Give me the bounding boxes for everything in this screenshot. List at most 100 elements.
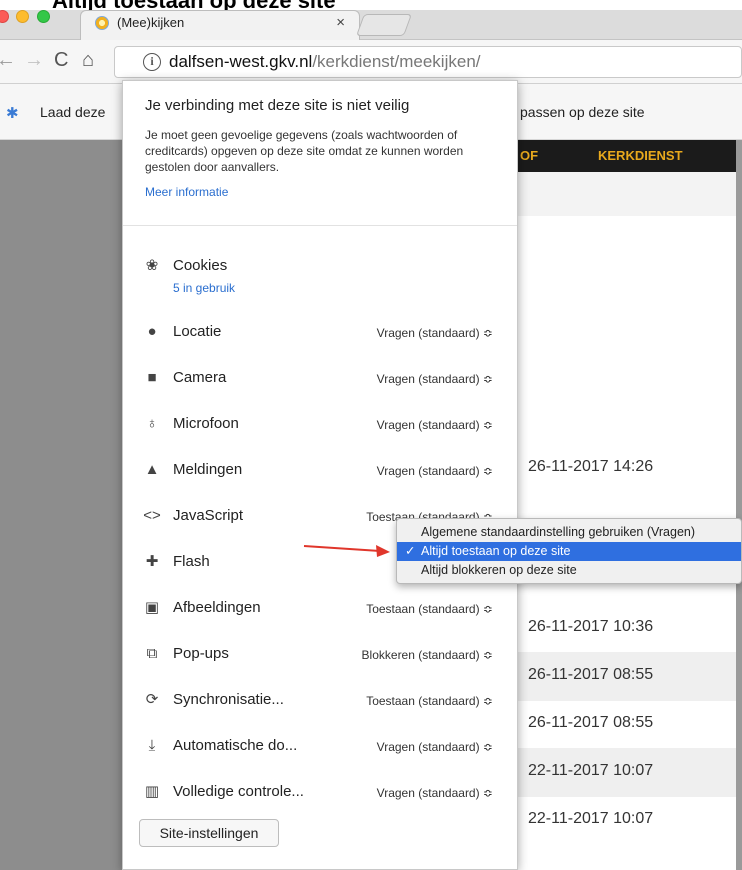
- list-item[interactable]: 26-11-2017 14:26: [516, 444, 736, 493]
- microphone-icon: ♁: [146, 415, 158, 432]
- menu-item-default[interactable]: Algemene standaardinstelling gebruiken (…: [397, 523, 741, 542]
- permission-select[interactable]: Vragen (standaard) ≎: [377, 326, 493, 340]
- list-item[interactable]: 26-11-2017 08:55: [516, 700, 736, 749]
- list-item-date: 26-11-2017 08:55: [528, 714, 654, 731]
- address-bar[interactable]: i dalfsen-west.gkv.nl/kerkdienst/meekijk…: [114, 46, 742, 78]
- url-path: /kerkdienst/meekijken/: [312, 52, 481, 71]
- cookies-in-use-link[interactable]: 5 in gebruik: [173, 281, 235, 295]
- list-item-date: 22-11-2017 10:07: [528, 762, 654, 779]
- permission-select[interactable]: Toestaan (standaard) ≎: [366, 694, 493, 708]
- gear-icon: ✱: [6, 105, 19, 122]
- menu-item-label: Altijd blokkeren op deze site: [421, 563, 577, 577]
- permission-label: Meldingen: [173, 461, 243, 478]
- tab-strip: (Mee)kijken ×: [0, 10, 742, 40]
- permission-label: Camera: [173, 369, 227, 386]
- browser-toolbar: ← → C ⌂ i dalfsen-west.gkv.nl/kerkdienst…: [0, 40, 742, 84]
- new-tab-button[interactable]: [355, 14, 413, 36]
- tab-title: (Mee)kijken: [117, 15, 185, 30]
- permission-select[interactable]: Vragen (standaard) ≎: [377, 418, 493, 432]
- permission-label: Locatie: [173, 323, 222, 340]
- permission-afbeeldingen[interactable]: ▣ Afbeeldingen Toestaan (standaard) ≎: [123, 591, 517, 631]
- permission-popups[interactable]: ⧉ Pop-ups Blokkeren (standaard) ≎: [123, 637, 517, 677]
- arrow-left-icon[interactable]: ←: [0, 49, 16, 71]
- checkmark-icon: ✓: [405, 544, 416, 558]
- list-item-date: 26-11-2017 10:36: [528, 618, 654, 635]
- image-icon: ▣: [144, 599, 160, 616]
- site-info-popup: Je verbinding met deze site is niet veil…: [122, 80, 518, 870]
- menu-item-block[interactable]: Altijd blokkeren op deze site: [397, 561, 741, 580]
- page-right-margin: [736, 140, 742, 870]
- location-pin-icon: ●: [147, 323, 157, 340]
- minimize-window-button[interactable]: [16, 10, 29, 23]
- permission-microfoon[interactable]: ♁ Microfoon Vragen (standaard) ≎: [123, 407, 517, 447]
- permission-select[interactable]: Blokkeren (standaard) ≎: [362, 648, 493, 662]
- permission-automatische-downloads[interactable]: ⤓ Automatische do... Vragen (standaard) …: [123, 729, 517, 769]
- bell-icon: ▲: [144, 461, 160, 478]
- page-header-right[interactable]: KERKDIENST: [598, 148, 683, 163]
- popup-blocked-icon: ⧉: [146, 645, 158, 662]
- divider: [123, 225, 517, 226]
- permission-synchronisatie[interactable]: ⟳ Synchronisatie... Toestaan (standaard)…: [123, 683, 517, 723]
- top-caption: Altijd toestaan op deze site: [0, 0, 742, 10]
- reload-icon[interactable]: C: [54, 49, 68, 71]
- maximize-window-button[interactable]: [37, 10, 50, 23]
- list-item-date: 22-11-2017 10:07: [528, 810, 654, 827]
- arrow-right-icon[interactable]: →: [24, 49, 44, 71]
- permission-volledige-controle[interactable]: ▥ Volledige controle... Vragen (standaar…: [123, 775, 517, 815]
- caption-text: Altijd toestaan op deze site: [52, 0, 336, 10]
- menu-item-label: Altijd toestaan op deze site: [421, 544, 571, 558]
- permission-label: JavaScript: [173, 507, 244, 524]
- list-item[interactable]: 26-11-2017 10:36: [516, 604, 736, 653]
- permission-select[interactable]: Vragen (standaard) ≎: [377, 786, 493, 800]
- more-info-link[interactable]: Meer informatie: [145, 185, 228, 199]
- site-settings-button[interactable]: Site-instellingen: [139, 819, 279, 847]
- page-subheader: [516, 172, 736, 216]
- permission-camera[interactable]: ■ Camera Vragen (standaard) ≎: [123, 361, 517, 401]
- bookmark-right-label: passen op deze site: [520, 104, 645, 120]
- permission-cookies[interactable]: ❀ Cookies 5 in gebruik: [123, 249, 517, 295]
- list-item[interactable]: 22-11-2017 10:07: [516, 796, 736, 845]
- midi-keyboard-icon: ▥: [144, 783, 160, 800]
- permission-select[interactable]: Vragen (standaard) ≎: [377, 372, 493, 386]
- permission-label: Microfoon: [173, 415, 239, 432]
- browser-tab[interactable]: (Mee)kijken ×: [80, 10, 360, 40]
- close-icon[interactable]: ×: [336, 14, 345, 31]
- favicon-icon: [95, 16, 109, 30]
- menu-item-allow[interactable]: ✓ Altijd toestaan op deze site: [397, 542, 741, 561]
- list-item-date: 26-11-2017 14:26: [528, 458, 654, 475]
- url-host: dalfsen-west.gkv.nl: [169, 52, 313, 71]
- url-text[interactable]: dalfsen-west.gkv.nl/kerkdienst/meekijken…: [169, 52, 481, 72]
- code-icon: <>: [143, 507, 161, 524]
- close-window-button[interactable]: [0, 10, 9, 23]
- permission-locatie[interactable]: ● Locatie Vragen (standaard) ≎: [123, 315, 517, 355]
- list-item[interactable]: 26-11-2017 08:55: [516, 652, 736, 701]
- permission-select[interactable]: Vragen (standaard) ≎: [377, 740, 493, 754]
- permission-label: Afbeeldingen: [173, 599, 261, 616]
- annotation-arrow: [303, 545, 390, 557]
- list-item-date: 26-11-2017 08:55: [528, 666, 654, 683]
- cookie-icon: ❀: [145, 257, 159, 274]
- permission-select[interactable]: Toestaan (standaard) ≎: [366, 602, 493, 616]
- permission-label: Volledige controle...: [173, 783, 304, 800]
- permission-select[interactable]: Vragen (standaard) ≎: [377, 464, 493, 478]
- list-item[interactable]: 22-11-2017 10:07: [516, 748, 736, 797]
- popup-title: Je verbinding met deze site is niet veil…: [145, 97, 410, 114]
- camera-icon: ■: [147, 369, 157, 386]
- flash-dropdown-menu: Algemene standaardinstelling gebruiken (…: [396, 518, 742, 584]
- page-left-margin: [0, 140, 122, 870]
- sync-icon: ⟳: [145, 691, 159, 708]
- popup-description: Je moet geen gevoelige gegevens (zoals w…: [145, 128, 464, 174]
- permission-label: Cookies: [173, 257, 228, 274]
- permission-label: Flash: [173, 553, 210, 570]
- puzzle-icon: ✚: [145, 553, 159, 570]
- info-icon[interactable]: i: [143, 53, 161, 71]
- home-icon[interactable]: ⌂: [82, 49, 94, 71]
- download-icon: ⤓: [148, 737, 156, 754]
- bookmark-label[interactable]: Laad deze: [40, 104, 105, 120]
- permission-label: Automatische do...: [173, 737, 298, 754]
- permission-label: Synchronisatie...: [173, 691, 284, 708]
- permission-label: Pop-ups: [173, 645, 229, 662]
- page-header-left: OF: [520, 148, 539, 163]
- menu-item-label: Algemene standaardinstelling gebruiken (…: [421, 525, 696, 539]
- permission-meldingen[interactable]: ▲ Meldingen Vragen (standaard) ≎: [123, 453, 517, 493]
